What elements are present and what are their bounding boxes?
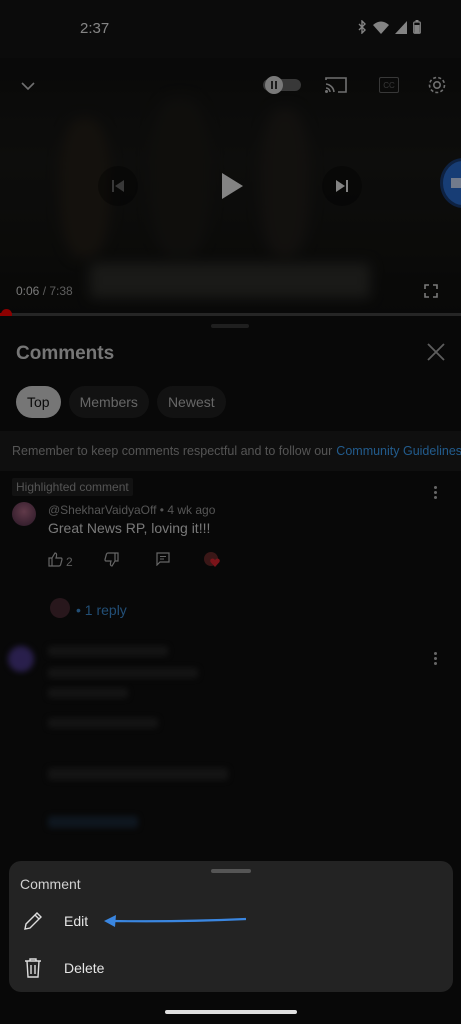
home-indicator[interactable] (165, 1010, 297, 1014)
delete-menu-item[interactable]: Delete (9, 946, 453, 990)
trash-icon (25, 958, 41, 978)
pencil-icon (24, 912, 42, 930)
sheet-handle[interactable] (211, 869, 251, 873)
edit-label: Edit (64, 913, 89, 929)
sheet-title: Comment (20, 876, 81, 892)
annotation-arrow-icon (104, 915, 247, 927)
delete-label: Delete (64, 960, 105, 976)
